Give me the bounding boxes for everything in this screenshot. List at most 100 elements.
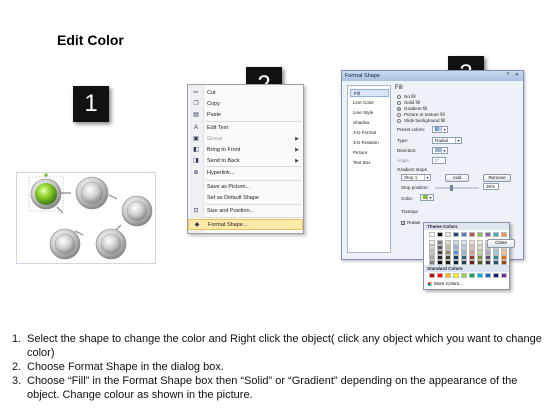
circle-shape[interactable] bbox=[75, 176, 109, 210]
standard-color-swatch[interactable] bbox=[477, 273, 483, 278]
menu-item-label: Bring to Front bbox=[207, 147, 241, 153]
circle-shape[interactable] bbox=[121, 195, 153, 227]
standard-color-swatch[interactable] bbox=[493, 273, 499, 278]
menu-item-label: Group bbox=[207, 136, 223, 142]
theme-color-swatch[interactable] bbox=[501, 232, 507, 237]
theme-color-swatch[interactable] bbox=[493, 232, 499, 237]
menu-item-label: Set as Default Shape bbox=[207, 195, 259, 201]
help-icon[interactable]: ? bbox=[507, 72, 512, 78]
preset-colors-dropdown[interactable]: ▾ bbox=[432, 126, 448, 133]
standard-color-swatch[interactable] bbox=[437, 273, 443, 278]
theme-color-swatch[interactable] bbox=[469, 232, 475, 237]
nav-item-line-style[interactable]: Line Style bbox=[350, 109, 389, 117]
menu-item-hyperlink[interactable]: ⊕ Hyperlink... bbox=[188, 168, 303, 179]
menu-item-size-and-position[interactable]: ⊡ Size and Position... bbox=[188, 206, 303, 217]
checkbox-checked[interactable]: ✓ bbox=[401, 220, 405, 225]
circle-shape[interactable] bbox=[49, 228, 81, 260]
menu-item-label: Edit Text bbox=[207, 125, 228, 131]
radio-selected[interactable] bbox=[397, 106, 401, 111]
more-colors-link[interactable]: More Colors... bbox=[428, 281, 463, 286]
theme-color-swatch[interactable] bbox=[461, 232, 467, 237]
chevron-down-icon: ▾ bbox=[424, 175, 430, 180]
radio-unselected[interactable] bbox=[397, 112, 401, 117]
dialog-nav: Fill Line Color Line Style Shadow 3-D Format… bbox=[347, 85, 391, 253]
color-picker-button[interactable]: ▾ bbox=[420, 194, 434, 201]
menu-item-copy[interactable]: ❐ Copy bbox=[188, 99, 303, 110]
fill-option-label: Solid fill bbox=[404, 100, 420, 105]
menu-item-save-as-picture[interactable]: Save as Picture... bbox=[188, 182, 303, 193]
standard-color-swatch[interactable] bbox=[453, 273, 459, 278]
rotate-with-shape-option[interactable]: ✓ Rotate bbox=[401, 220, 421, 225]
radio-unselected[interactable] bbox=[397, 100, 401, 105]
nav-item-line-color[interactable]: Line Color bbox=[350, 99, 389, 107]
instruction-text: Choose “Fill” in the Format Shape box th… bbox=[27, 375, 518, 401]
fill-heading: Fill bbox=[395, 85, 403, 91]
menu-item-set-as-default-shape[interactable]: Set as Default Shape bbox=[188, 193, 303, 204]
direction-label: Direction: bbox=[397, 148, 417, 153]
standard-colors-row bbox=[429, 273, 507, 278]
rotation-handle[interactable] bbox=[44, 173, 48, 177]
fill-option-label: Picture or texture fill bbox=[404, 112, 445, 117]
menu-item-paste[interactable]: ▤ Paste bbox=[188, 110, 303, 121]
stop-dropdown[interactable]: Stop 1 ▾ bbox=[401, 174, 431, 181]
standard-color-swatch[interactable] bbox=[461, 273, 467, 278]
type-dropdown[interactable]: Radial ▾ bbox=[432, 137, 462, 144]
theme-color-swatch[interactable] bbox=[485, 232, 491, 237]
circle-shape-selected[interactable] bbox=[30, 178, 62, 210]
menu-item-label: Format Shape... bbox=[208, 222, 248, 228]
send-back-icon: ◨ bbox=[193, 158, 199, 164]
size-position-icon: ⊡ bbox=[193, 208, 199, 214]
standard-color-swatch[interactable] bbox=[469, 273, 475, 278]
color-label: Color: bbox=[401, 196, 414, 201]
preset-colors-label: Preset colors: bbox=[397, 127, 426, 132]
color-palette-popup: Theme Colors Standard Colors More Colors… bbox=[423, 222, 510, 290]
menu-item-cut[interactable]: ✂ Cut bbox=[188, 88, 303, 99]
dialog-title: Format Shape bbox=[342, 71, 523, 81]
theme-color-swatch[interactable] bbox=[445, 232, 451, 237]
theme-color-swatch[interactable] bbox=[437, 232, 443, 237]
radio-unselected[interactable] bbox=[397, 94, 401, 99]
menu-item-edit-text[interactable]: A Edit Text bbox=[188, 123, 303, 134]
standard-color-swatch[interactable] bbox=[501, 273, 507, 278]
instruction-text: Select the shape to change the color and… bbox=[27, 333, 542, 359]
menu-item-group: ▣ Group ▶ bbox=[188, 134, 303, 145]
bring-front-icon: ◧ bbox=[193, 147, 199, 153]
nav-item-picture[interactable]: Picture bbox=[350, 149, 389, 157]
type-label: Type: bbox=[397, 138, 409, 143]
nav-item-3-d-format[interactable]: 3-D Format bbox=[350, 129, 389, 137]
theme-color-swatch[interactable] bbox=[477, 232, 483, 237]
close-icon[interactable]: ✕ bbox=[515, 72, 521, 78]
standard-color-swatch[interactable] bbox=[445, 273, 451, 278]
theme-color-swatch[interactable] bbox=[453, 232, 459, 237]
angle-input[interactable]: 0° bbox=[432, 157, 446, 164]
direction-dropdown[interactable]: ▾ bbox=[432, 147, 448, 154]
nav-item-fill[interactable]: Fill bbox=[350, 89, 389, 97]
theme-color-swatch[interactable] bbox=[429, 232, 435, 237]
instruction-step-3: 3. Choose “Fill” in the Format Shape box … bbox=[12, 374, 552, 402]
radio-unselected[interactable] bbox=[397, 118, 401, 123]
remove-stop-button[interactable]: Remove bbox=[483, 174, 511, 182]
stop-value: Stop 1 bbox=[404, 175, 418, 180]
nav-item-text-box[interactable]: Text Box bbox=[350, 159, 389, 167]
menu-item-bring-to-front[interactable]: ◧ Bring to Front ▶ bbox=[188, 145, 303, 156]
stop-position-slider[interactable] bbox=[435, 187, 479, 189]
close-button[interactable]: Close bbox=[487, 239, 515, 248]
standard-color-swatch[interactable] bbox=[485, 273, 491, 278]
arrow-connector bbox=[108, 194, 118, 200]
fill-option-label: No fill bbox=[404, 94, 416, 99]
stop-position-thumb[interactable] bbox=[449, 185, 453, 191]
circle-shape[interactable] bbox=[95, 228, 127, 260]
chevron-down-icon: ▾ bbox=[427, 195, 433, 200]
edit-text-icon: A bbox=[193, 125, 198, 131]
theme-colors-heading: Theme Colors bbox=[424, 223, 509, 230]
fill-option-slide-background-fill[interactable]: Slide background fill bbox=[397, 118, 445, 124]
add-stop-button[interactable]: Add bbox=[445, 174, 469, 182]
instruction-number: 3. bbox=[12, 375, 22, 387]
fill-option-label: Slide background fill bbox=[404, 118, 446, 123]
menu-item-format-shape[interactable]: ◆ Format Shape... bbox=[188, 219, 303, 230]
nav-item-3-d-rotation[interactable]: 3-D Rotation bbox=[350, 139, 389, 147]
nav-item-shadow[interactable]: Shadow bbox=[350, 119, 389, 127]
standard-color-swatch[interactable] bbox=[429, 273, 435, 278]
stop-position-input[interactable]: 36% bbox=[483, 183, 499, 190]
dialog-window-controls[interactable]: ? ✕ bbox=[507, 72, 521, 78]
